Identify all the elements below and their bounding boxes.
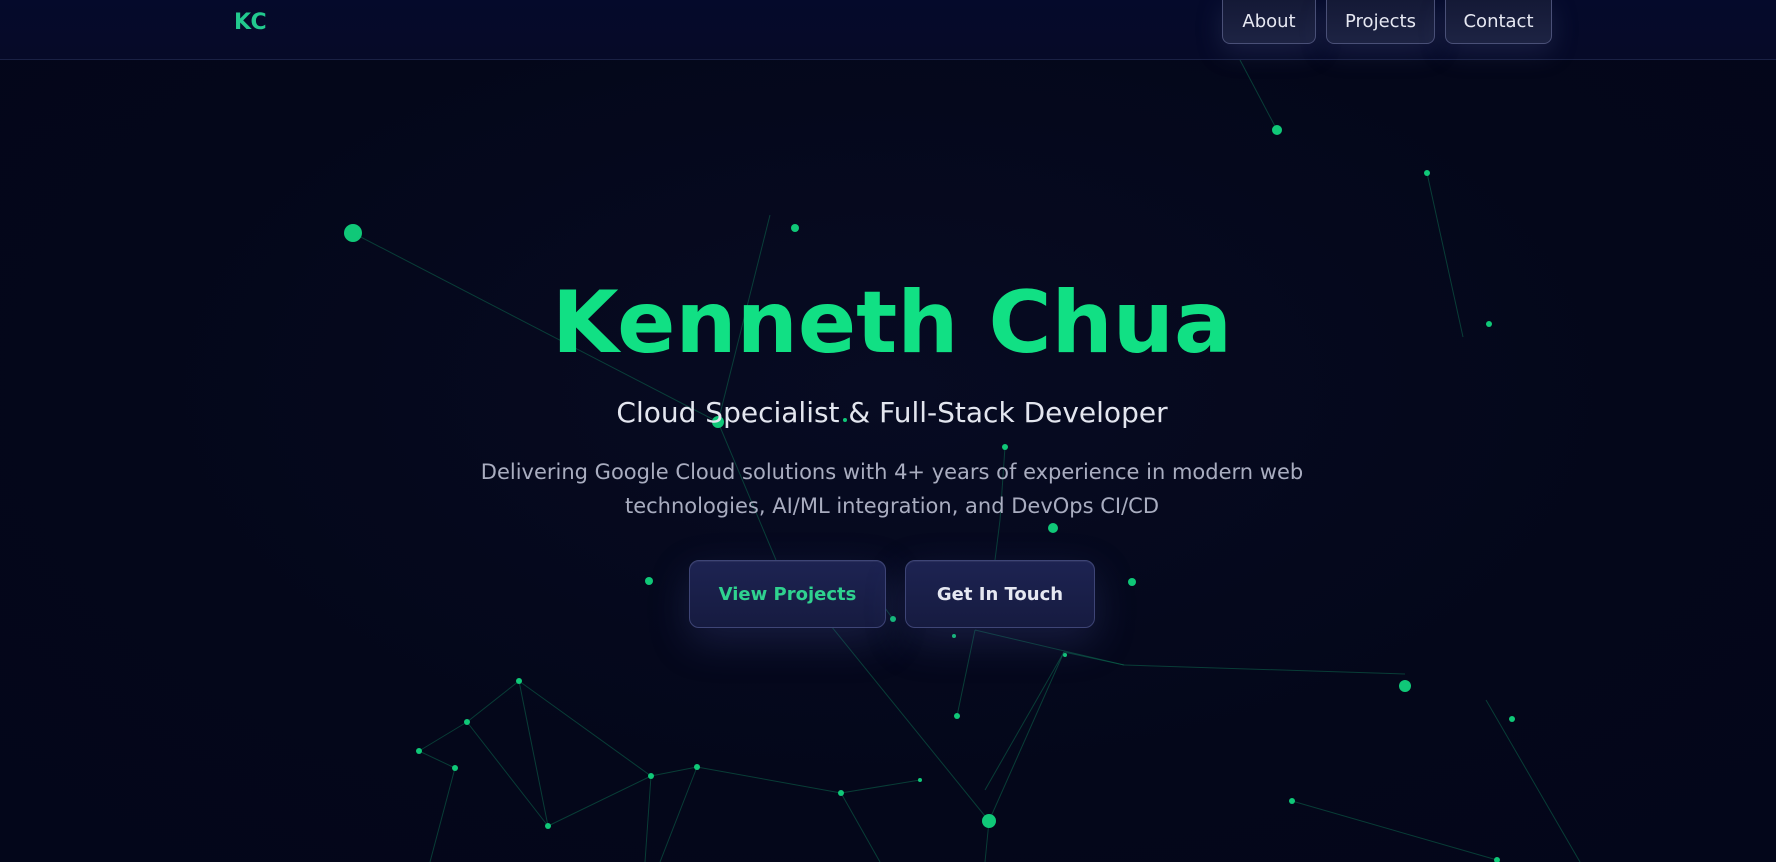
- view-projects-button[interactable]: View Projects: [689, 560, 886, 628]
- hero-subtitle: Cloud Specialist & Full-Stack Developer: [616, 396, 1168, 429]
- page: KC About Projects Contact Kenneth Chua C…: [0, 0, 1776, 862]
- hero-section: Kenneth Chua Cloud Specialist & Full-Sta…: [0, 0, 1776, 862]
- hero-title: Kenneth Chua: [551, 273, 1233, 373]
- hero-description: Delivering Google Cloud solutions with 4…: [480, 460, 1304, 518]
- get-in-touch-button[interactable]: Get In Touch: [905, 560, 1095, 628]
